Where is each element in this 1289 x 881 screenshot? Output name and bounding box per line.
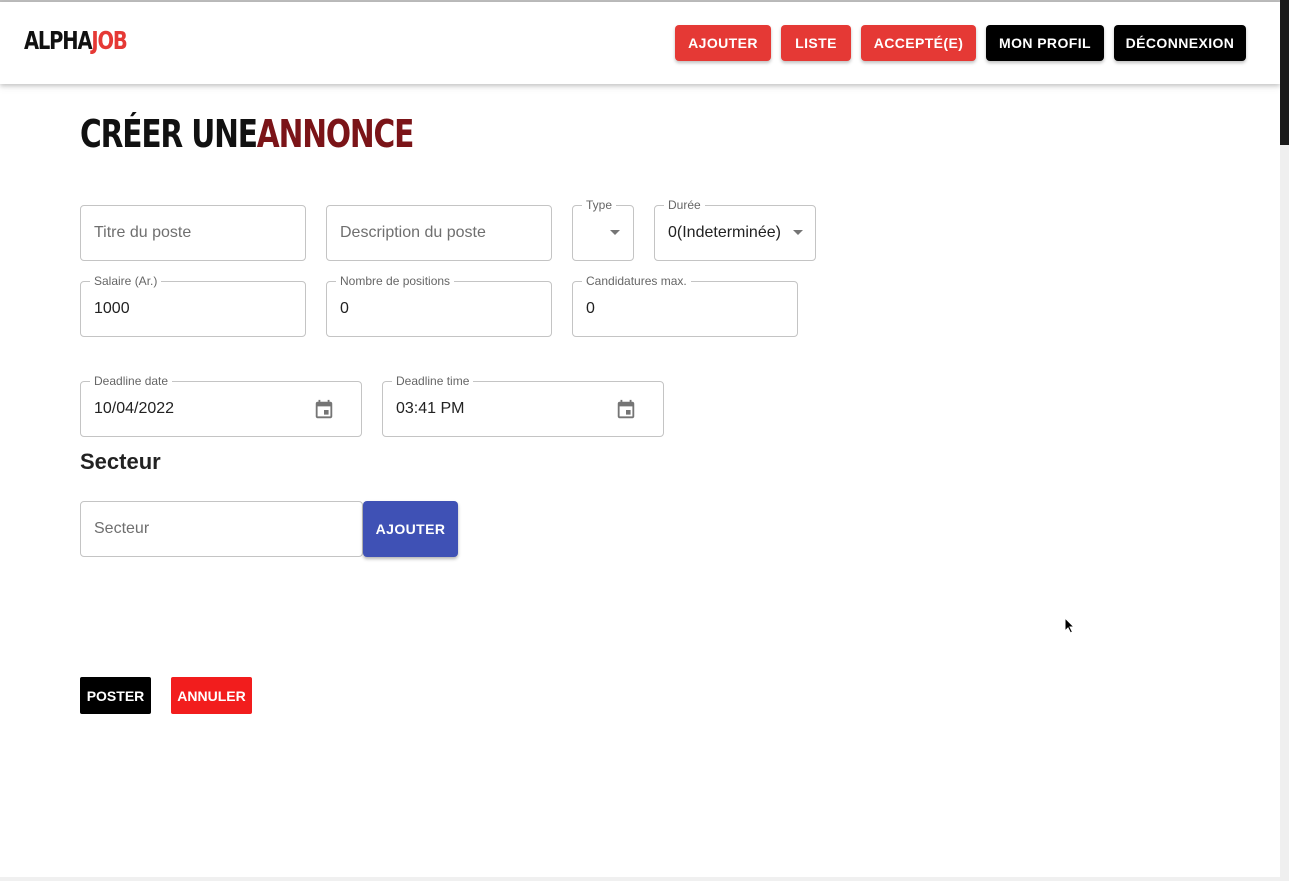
duration-value: 0(Indeterminée) xyxy=(668,224,781,241)
job-title-placeholder: Titre du poste xyxy=(94,224,192,241)
calendar-icon[interactable] xyxy=(313,399,335,421)
nav-list-button[interactable]: LISTE xyxy=(781,25,851,61)
mouse-cursor-icon xyxy=(1064,617,1076,634)
nav-accepted-button[interactable]: ACCEPTÉ(E) xyxy=(861,25,976,61)
salary-value: 1000 xyxy=(94,300,130,317)
chevron-down-icon xyxy=(610,230,620,235)
scrollbar[interactable] xyxy=(1280,0,1289,881)
page-title-part1: CRÉER UNE xyxy=(80,112,258,156)
job-description-field[interactable]: Description du poste xyxy=(326,205,552,261)
deadline-time-field[interactable]: Deadline time 03:41 PM xyxy=(382,373,664,437)
nav-add-button[interactable]: AJOUTER xyxy=(675,25,771,61)
salary-field[interactable]: Salaire (Ar.) 1000 xyxy=(80,273,306,337)
add-sector-button[interactable]: AJOUTER xyxy=(363,501,458,557)
sector-field[interactable]: Secteur xyxy=(80,501,363,557)
page-title-part2: ANNONCE xyxy=(256,112,415,156)
sector-placeholder: Secteur xyxy=(94,520,150,537)
chevron-down-icon xyxy=(793,230,803,235)
scrollbar-thumb[interactable] xyxy=(1280,0,1289,145)
max-applications-value: 0 xyxy=(586,300,595,317)
page-title: CRÉER UNEANNONCE xyxy=(80,112,415,156)
cancel-button[interactable]: ANNULER xyxy=(171,677,252,714)
type-label: Type xyxy=(582,197,617,213)
logo-part-alpha: ALPHA xyxy=(24,26,93,55)
post-button[interactable]: POSTER xyxy=(80,677,151,714)
calendar-icon[interactable] xyxy=(615,399,637,421)
logo[interactable]: ALPHAJOB xyxy=(24,26,128,55)
deadline-date-field[interactable]: Deadline date 10/04/2022 xyxy=(80,373,362,437)
nav-profile-button[interactable]: MON PROFIL xyxy=(986,25,1104,61)
positions-value: 0 xyxy=(340,300,349,317)
positions-field[interactable]: Nombre de positions 0 xyxy=(326,273,552,337)
job-title-field[interactable]: Titre du poste xyxy=(80,205,306,261)
deadline-date-value: 10/04/2022 xyxy=(94,400,175,417)
positions-label: Nombre de positions xyxy=(336,273,455,289)
job-description-placeholder: Description du poste xyxy=(340,224,486,241)
logo-part-job: JOB xyxy=(91,26,127,55)
type-select[interactable]: Type xyxy=(572,197,634,261)
nav-logout-button[interactable]: DÉCONNEXION xyxy=(1114,25,1246,61)
max-applications-field[interactable]: Candidatures max. 0 xyxy=(572,273,798,337)
sector-title: Secteur xyxy=(80,449,161,474)
duration-select[interactable]: Durée 0(Indeterminée) xyxy=(654,197,816,261)
bottom-edge xyxy=(0,877,1280,881)
app-bar: ALPHAJOB AJOUTER LISTE ACCEPTÉ(E) MON PR… xyxy=(0,2,1280,84)
deadline-time-value: 03:41 PM xyxy=(396,400,465,417)
max-applications-label: Candidatures max. xyxy=(582,273,691,289)
